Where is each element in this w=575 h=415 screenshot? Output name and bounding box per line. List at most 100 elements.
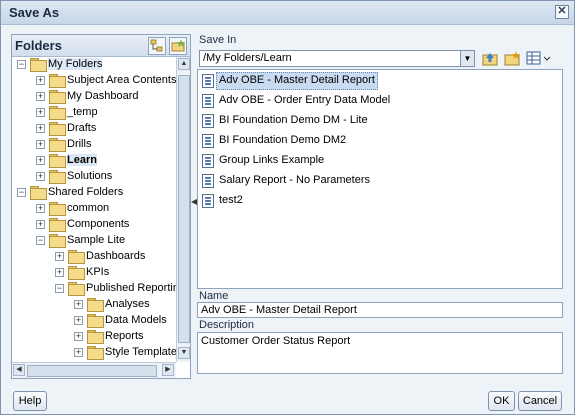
tree-item[interactable]: + Solutions: [12, 169, 176, 185]
expand-icon[interactable]: +: [36, 220, 45, 229]
tree-item[interactable]: + Style Templates: [12, 345, 176, 361]
view-options-icon[interactable]: [525, 50, 553, 67]
file-list-item[interactable]: BI Foundation Demo DM - Lite: [202, 112, 558, 130]
tree-item[interactable]: + common: [12, 201, 176, 217]
folder-icon: [87, 346, 104, 360]
title-bar: Save As ✕: [1, 1, 574, 25]
tree-item-label[interactable]: Dashboards: [86, 250, 145, 262]
tree-item-label[interactable]: common: [67, 202, 109, 214]
tree-item[interactable]: − My Folders: [12, 57, 176, 73]
tree-item[interactable]: + Dashboards: [12, 249, 176, 265]
tree-horizontal-scrollbar[interactable]: ◀ ▶: [12, 362, 176, 378]
expand-icon[interactable]: +: [55, 268, 64, 277]
tree-item-label[interactable]: Data Models: [105, 314, 167, 326]
chevron-down-icon[interactable]: ▼: [460, 51, 474, 66]
close-icon[interactable]: ✕: [555, 5, 569, 19]
tree-item[interactable]: + Drills: [12, 137, 176, 153]
expand-icon[interactable]: +: [74, 316, 83, 325]
collapse-icon[interactable]: −: [36, 236, 45, 245]
new-folder-icon[interactable]: [503, 50, 521, 67]
file-list-item-label: test2: [219, 194, 243, 206]
scroll-thumb-horizontal[interactable]: [27, 365, 157, 377]
description-value: Customer Order Status Report: [201, 335, 351, 347]
folder-icon: [87, 330, 104, 344]
collapse-icon[interactable]: −: [55, 284, 64, 293]
ok-button[interactable]: OK: [488, 391, 515, 411]
tree-view-icon[interactable]: [148, 37, 166, 55]
file-list-item[interactable]: Adv OBE - Order Entry Data Model: [202, 92, 558, 110]
tree-item-label[interactable]: _temp: [67, 106, 98, 118]
scroll-right-icon[interactable]: ▶: [162, 364, 174, 376]
tree-item[interactable]: + Reports: [12, 329, 176, 345]
save-in-path-select[interactable]: /My Folders/Learn ▼: [199, 50, 475, 67]
expand-icon[interactable]: +: [36, 124, 45, 133]
folder-icon: [30, 58, 47, 72]
tree-item-label[interactable]: Sample Lite: [67, 234, 125, 246]
tree-item[interactable]: + My Dashboard: [12, 89, 176, 105]
tree-item[interactable]: + Components: [12, 217, 176, 233]
folder-icon: [49, 74, 66, 88]
up-folder-icon[interactable]: [481, 50, 499, 67]
dashboard-folder-icon: [68, 250, 85, 264]
folder-icon: [68, 266, 85, 280]
name-input[interactable]: Adv OBE - Master Detail Report: [197, 302, 563, 318]
file-list-item[interactable]: Adv OBE - Master Detail Report: [202, 72, 558, 90]
expand-icon[interactable]: +: [36, 172, 45, 181]
tree-item-label[interactable]: My Folders: [48, 58, 103, 70]
tree-item-label[interactable]: Drafts: [67, 122, 96, 134]
file-list-item[interactable]: test2: [202, 192, 558, 210]
tree-item[interactable]: + Drafts: [12, 121, 176, 137]
tree-item-label[interactable]: Shared Folders: [48, 186, 123, 198]
cancel-button[interactable]: Cancel: [518, 391, 562, 411]
tree-item-label[interactable]: Style Templates: [105, 346, 176, 358]
expand-icon[interactable]: +: [36, 204, 45, 213]
scroll-left-icon[interactable]: ◀: [13, 364, 25, 376]
tree-item-label[interactable]: Drills: [67, 138, 91, 150]
tree-item[interactable]: − Published Reporting: [12, 281, 176, 297]
tree-item[interactable]: − Shared Folders: [12, 185, 176, 201]
file-list-item[interactable]: Salary Report - No Parameters: [202, 172, 558, 190]
tree-item[interactable]: + Subject Area Contents: [12, 73, 176, 89]
expand-icon[interactable]: +: [36, 76, 45, 85]
expand-icon[interactable]: +: [74, 300, 83, 309]
save-in-label: Save In: [199, 34, 237, 46]
help-button[interactable]: Help: [13, 391, 47, 411]
tree-item-label[interactable]: Subject Area Contents: [67, 74, 176, 86]
tree-item[interactable]: + Learn: [12, 153, 176, 169]
tree-item-label[interactable]: Solutions: [67, 170, 112, 182]
tree-item[interactable]: + Analyses: [12, 297, 176, 313]
tree-item-label[interactable]: KPIs: [86, 266, 109, 278]
scroll-up-icon[interactable]: ▲: [178, 58, 190, 70]
new-folder-icon[interactable]: [169, 37, 187, 55]
tree-item[interactable]: + Data Models: [12, 313, 176, 329]
tree-item[interactable]: + KPIs: [12, 265, 176, 281]
expand-icon[interactable]: +: [36, 92, 45, 101]
description-textarea[interactable]: Customer Order Status Report: [197, 332, 563, 374]
tree-vertical-scrollbar[interactable]: ▲ ▼: [176, 57, 190, 362]
tree-item-label[interactable]: Published Reporting: [86, 282, 176, 294]
tree-item-label[interactable]: My Dashboard: [67, 90, 139, 102]
folder-icon: [49, 170, 66, 184]
data-model-icon: [202, 94, 214, 108]
expand-icon[interactable]: +: [36, 108, 45, 117]
tree-item-label[interactable]: Components: [67, 218, 129, 230]
expand-icon[interactable]: +: [36, 156, 45, 165]
file-list-item[interactable]: Group Links Example: [202, 152, 558, 170]
collapse-icon[interactable]: −: [17, 60, 26, 69]
scroll-down-icon[interactable]: ▼: [178, 347, 190, 359]
folder-icon: [87, 298, 104, 312]
file-list-item-label: Salary Report - No Parameters: [219, 174, 370, 186]
tree-item-label[interactable]: Learn: [67, 154, 97, 166]
tree-item-label[interactable]: Reports: [105, 330, 144, 342]
file-list-item[interactable]: BI Foundation Demo DM2: [202, 132, 558, 150]
tree-item[interactable]: − Sample Lite: [12, 233, 176, 249]
scroll-thumb[interactable]: [178, 75, 190, 343]
expand-icon[interactable]: +: [74, 348, 83, 357]
file-list-item-label: Adv OBE - Order Entry Data Model: [219, 94, 391, 106]
expand-icon[interactable]: +: [36, 140, 45, 149]
tree-item-label[interactable]: Analyses: [105, 298, 150, 310]
expand-icon[interactable]: +: [74, 332, 83, 341]
tree-item[interactable]: + _temp: [12, 105, 176, 121]
collapse-icon[interactable]: −: [17, 188, 26, 197]
expand-icon[interactable]: +: [55, 252, 64, 261]
